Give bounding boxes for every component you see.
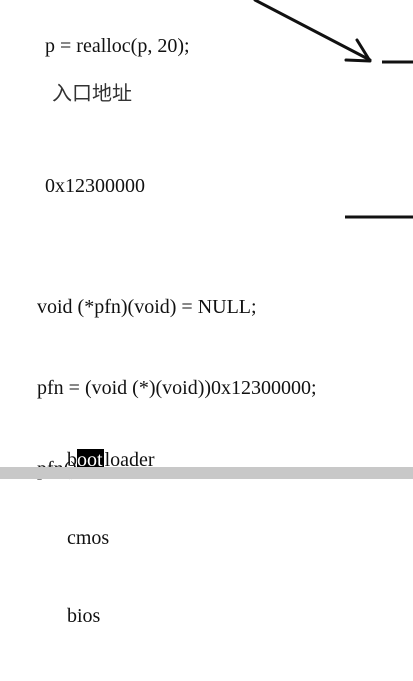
arrow-shaft	[253, 0, 372, 62]
boot-list[interactable]: boot loader cmos bios	[67, 395, 155, 681]
slide-canvas: p = realloc(p, 20); 入口地址 0x12300000 void…	[0, 0, 413, 627]
list-item-cmos[interactable]: cmos	[67, 525, 155, 551]
address-value: 0x12300000	[45, 175, 145, 197]
bottom-scroll-bar[interactable]	[0, 467, 413, 479]
realloc-line: p = realloc(p, 20);	[45, 35, 190, 57]
arrow-icon	[344, 38, 372, 63]
code-line: void (*pfn)(void) = NULL;	[37, 296, 257, 318]
list-item-bios[interactable]: bios	[67, 603, 155, 629]
entry-address-label: 入口地址	[52, 83, 132, 105]
text-caret	[102, 449, 104, 469]
